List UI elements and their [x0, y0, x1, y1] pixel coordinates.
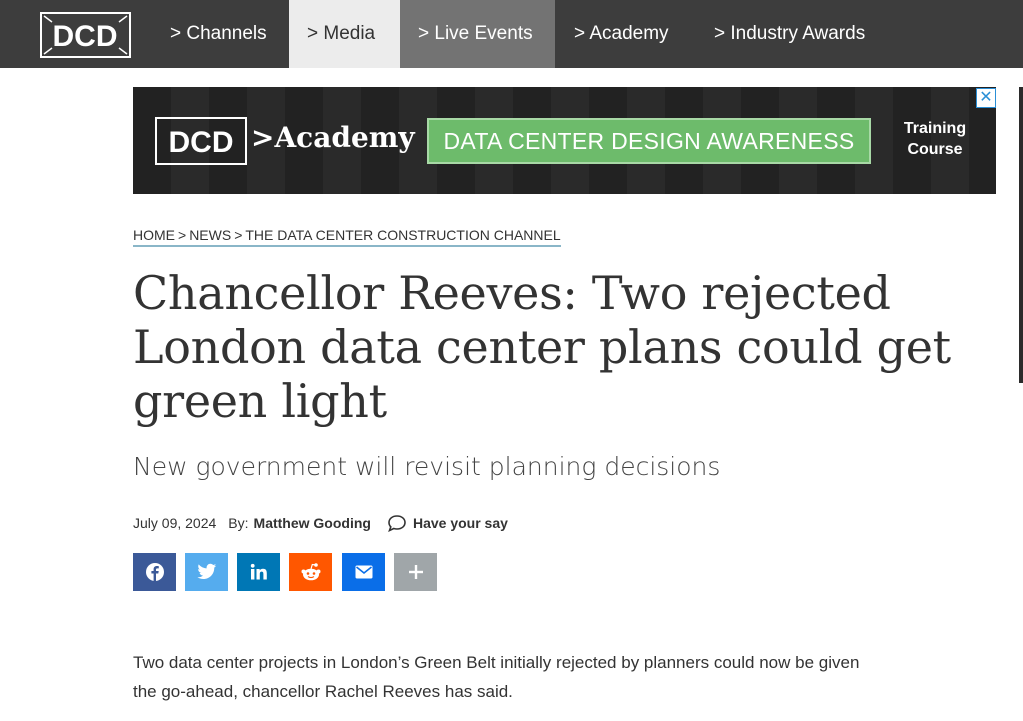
nav-industry-awards[interactable]: > Industry Awards — [696, 0, 896, 68]
article-title-line: Chancellor Reeves: Two rejected — [133, 266, 891, 320]
article-title-line: London data center plans could get — [133, 320, 951, 374]
article-title-line: green light — [133, 374, 387, 428]
publish-date: July 09, 2024 — [133, 515, 217, 531]
share-email-button[interactable] — [342, 553, 385, 591]
ad-course-line2: Course — [907, 141, 963, 158]
ad-banner[interactable]: DCD >Academy DATA CENTER DESIGN AWARENES… — [133, 87, 996, 194]
breadcrumb-channel[interactable]: THE DATA CENTER CONSTRUCTION CHANNEL — [245, 227, 560, 243]
dcd-logo[interactable]: DCD — [40, 12, 131, 58]
article-meta: July 09, 2024 By: Matthew Gooding Have y… — [133, 514, 508, 532]
ad-dcd-logo: DCD — [155, 117, 247, 165]
plus-icon — [408, 565, 423, 579]
article-title: Chancellor Reeves: Two rejected London d… — [133, 266, 1003, 428]
breadcrumb-separator: > — [178, 227, 187, 243]
reddit-icon — [301, 563, 320, 581]
ad-course-label: Training Course — [890, 118, 980, 160]
speech-bubble-icon — [388, 515, 406, 532]
ad-logo-text: DCD — [169, 126, 234, 159]
ad-course-line1: Training — [903, 120, 967, 137]
article-paragraph: Two data center projects in London’s Gre… — [133, 648, 993, 706]
twitter-icon — [196, 563, 216, 579]
email-icon — [355, 565, 372, 579]
by-label: By: — [228, 515, 249, 531]
share-more-button[interactable] — [394, 553, 437, 591]
article-subtitle: New government will revisit planning dec… — [133, 452, 721, 481]
ad-close-icon[interactable]: ✕ — [976, 88, 996, 108]
nav-media[interactable]: > Media — [289, 0, 400, 68]
share-reddit-button[interactable] — [289, 553, 332, 591]
linkedin-icon — [250, 563, 267, 580]
comments-link[interactable]: Have your say — [387, 514, 508, 532]
share-twitter-button[interactable] — [185, 553, 228, 591]
share-facebook-button[interactable] — [133, 553, 176, 591]
ad-cta-button[interactable]: DATA CENTER DESIGN AWARENESS — [427, 118, 871, 164]
article-paragraph-line: the go-ahead, chancellor Rachel Reeves h… — [133, 682, 513, 701]
nav-live-events[interactable]: > Live Events — [400, 0, 555, 68]
article-paragraph-line: Two data center projects in London’s Gre… — [133, 653, 860, 672]
facebook-icon — [145, 563, 164, 581]
author-link[interactable]: Matthew Gooding — [254, 515, 371, 531]
breadcrumb-home[interactable]: HOME — [133, 227, 175, 243]
nav-channels[interactable]: > Channels — [152, 0, 289, 68]
right-edge-ad-fragment — [1019, 87, 1023, 383]
breadcrumb: HOME > NEWS > THE DATA CENTER CONSTRUCTION C… — [133, 227, 561, 247]
breadcrumb-separator: > — [234, 227, 243, 243]
share-linkedin-button[interactable] — [237, 553, 280, 591]
breadcrumb-news[interactable]: NEWS — [189, 227, 231, 243]
top-navigation: DCD > Channels > Media > Live Events > A… — [0, 0, 1023, 68]
nav-academy[interactable]: > Academy — [556, 0, 696, 68]
ad-academy-brand: >Academy — [251, 121, 415, 154]
comments-label: Have your say — [412, 515, 508, 531]
logo-text: DCD — [53, 20, 118, 53]
